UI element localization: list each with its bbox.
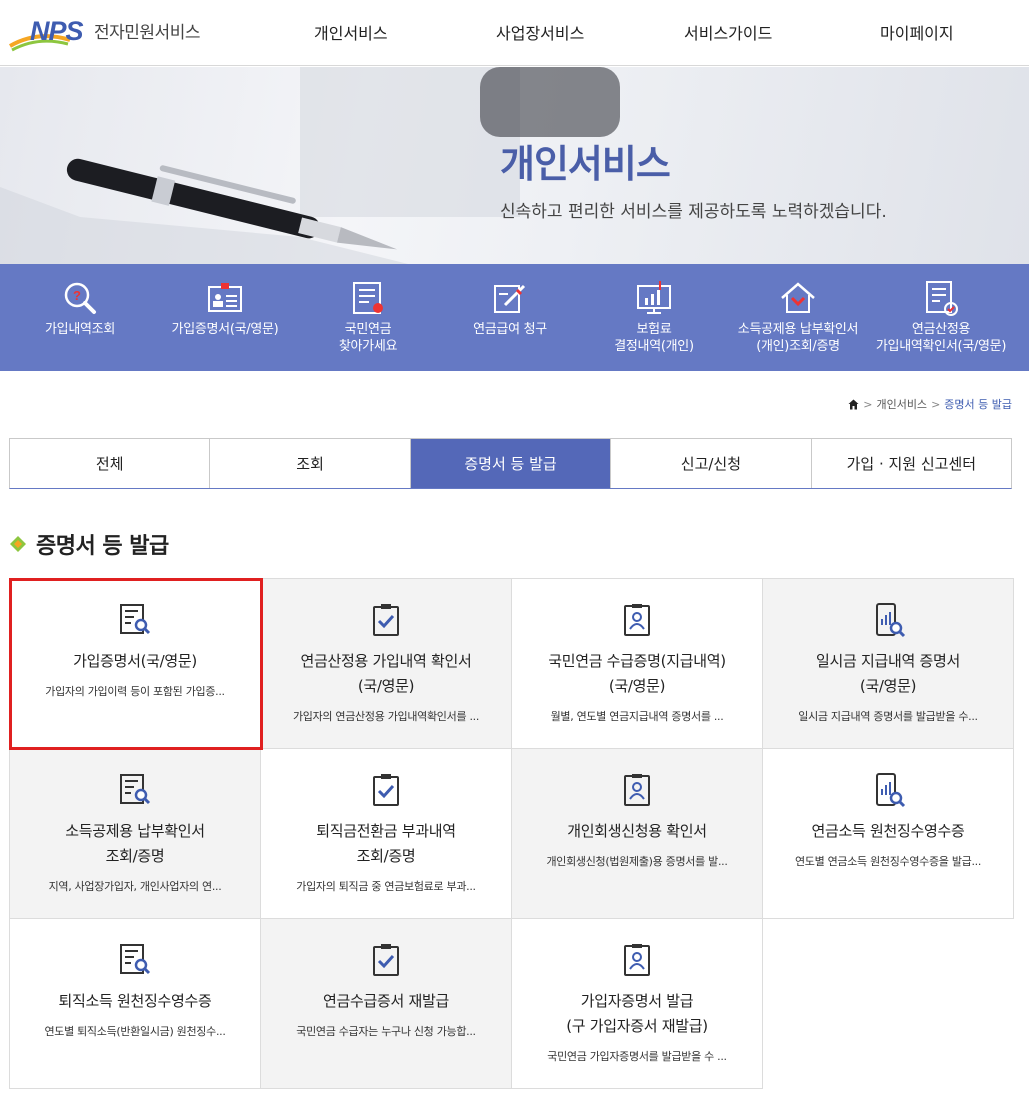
- tab-all[interactable]: 전체: [10, 439, 211, 488]
- card-title: 일시금 지급내역 증명서 (국/영문): [816, 652, 960, 695]
- card-description: 개인회생신청(법원제출)용 증명서를 발...: [546, 855, 728, 868]
- quick-item-label: 연금산정용 가입내역확인서(국/영문): [875, 322, 1007, 354]
- house-check-icon: [781, 282, 815, 313]
- card-enrollment-cert[interactable]: 가입증명서(국/영문) 가입자의 가입이력 등이 포함된 가입증...: [9, 578, 261, 749]
- quick-item-label: 가입증명서(국/영문): [171, 322, 279, 337]
- document-search-icon: [120, 604, 151, 635]
- nav-service-guide[interactable]: 서비스가이드: [684, 20, 772, 44]
- card-title: 가입자증명서 발급 (구 가입자증서 재발급): [566, 992, 708, 1035]
- card-pension-income-receipt[interactable]: 연금소득 원천징수영수증연도별 연금소득 원천징수영수증을 발급...: [762, 748, 1014, 919]
- card-pension-calc-history[interactable]: 연금산정용 가입내역 확인서 (국/영문) 가입자의 연금산정용 가입내역확인서를…: [260, 578, 512, 749]
- site-header: NPS 전자민원서비스 개인서비스 사업장서비스 서비스가이드 마이페이지: [0, 0, 1029, 66]
- hero-title: 개인서비스: [500, 142, 671, 186]
- card-tax-deduction-payment[interactable]: 소득공제용 납부확인서 조회/증명지역, 사업장가입자, 개인사업자의 연...: [9, 748, 261, 919]
- card-title: 개인회생신청용 확인서: [567, 822, 707, 840]
- quick-item-enrollment-inquiry[interactable]: ? 가입내역조회: [20, 264, 140, 371]
- quick-item-pension-calc[interactable]: 연금산정용 가입내역확인서(국/영문): [866, 264, 1016, 371]
- quick-item-premium-decision[interactable]: 보험료 결정내역(개인): [592, 264, 716, 371]
- nps-logo[interactable]: NPS 전자민원서비스: [8, 10, 218, 55]
- breadcrumb-current: 증명서 등 발급: [944, 398, 1012, 411]
- card-description: 국민연금 수급자는 누구나 신청 가능합...: [296, 1025, 476, 1038]
- card-title: 연금수급증서 재발급: [323, 992, 449, 1010]
- phone-chart-search-icon: [876, 773, 906, 808]
- logo-nps-text: NPS: [30, 16, 84, 46]
- card-pension-cert-reissue[interactable]: 연금수급증서 재발급국민연금 수급자는 누구나 신청 가능합...: [260, 918, 512, 1089]
- nav-my-page[interactable]: 마이페이지: [880, 20, 954, 44]
- card-retirement-conversion[interactable]: 퇴직금전환금 부과내역 조회/증명가입자의 퇴직금 중 연금보험료로 부과...: [260, 748, 512, 919]
- tab-support-center[interactable]: 가입 · 지원 신고센터: [812, 439, 1011, 488]
- clipboard-check-icon: [373, 774, 399, 806]
- card-pension-receipt-cert[interactable]: 국민연금 수급증명(지급내역) (국/영문) 월별, 연도별 연금지급내역 증명서…: [511, 578, 763, 749]
- card-title: 퇴직소득 원천징수영수증: [58, 992, 212, 1010]
- nav-personal-service[interactable]: 개인서비스: [314, 20, 388, 44]
- card-title: 연금산정용 가입내역 확인서 (국/영문): [300, 652, 472, 695]
- card-description: 가입자의 연금산정용 가입내역확인서를 ...: [292, 710, 480, 723]
- document-search-icon: [120, 774, 151, 805]
- clipboard-check-icon: [373, 944, 399, 976]
- quick-item-label: 연금급여 청구: [473, 322, 547, 337]
- breadcrumb-separator: >: [931, 397, 941, 411]
- card-title: 퇴직금전환금 부과내역 조회/증명: [316, 822, 456, 865]
- tab-report[interactable]: 신고/신청: [611, 439, 812, 488]
- id-card-icon: [208, 283, 242, 312]
- card-member-cert-issue[interactable]: 가입자증명서 발급 (구 가입자증서 재발급) 국민연금 가입자증명서를 발급받을…: [511, 918, 763, 1089]
- quick-item-label: 소득공제용 납부확인서 (개인)조회/증명: [737, 322, 859, 354]
- card-title: 가입증명서(국/영문): [73, 652, 197, 670]
- quick-item-label: 국민연금 찾아가세요: [338, 322, 398, 354]
- quick-item-benefit-claim[interactable]: 연금급여 청구: [450, 264, 570, 371]
- tab-certificate[interactable]: 증명서 등 발급: [410, 439, 612, 488]
- card-description: 가입자의 퇴직금 중 연금보험료로 부과...: [296, 880, 476, 893]
- quick-item-label: 가입내역조회: [45, 322, 115, 337]
- quick-menu: ? 가입내역조회 가입증명서(국/영문) 국민연금 찾아가세요 연금급여 청구 …: [0, 264, 1029, 371]
- svg-text:?: ?: [73, 288, 81, 303]
- quick-item-tax-deduction[interactable]: 소득공제용 납부확인서 (개인)조회/증명: [728, 264, 868, 371]
- logo-service-text: 전자민원서비스: [94, 23, 200, 43]
- section-title: 증명서 등 발급: [36, 534, 169, 559]
- category-tabs: 전체 조회 증명서 등 발급 신고/신청 가입 · 지원 신고센터: [9, 438, 1012, 489]
- card-rehabilitation-cert[interactable]: 개인회생신청용 확인서개인회생신청(법원제출)용 증명서를 발...: [511, 748, 763, 919]
- breadcrumb-separator: >: [863, 397, 873, 411]
- card-title: 소득공제용 납부확인서 조회/증명: [65, 822, 205, 865]
- card-description: 일시금 지급내역 증명서를 발급받을 수...: [798, 710, 978, 723]
- quick-item-enrollment-cert[interactable]: 가입증명서(국/영문): [160, 264, 290, 371]
- document-search-icon: [120, 944, 151, 975]
- card-description: 연도별 연금소득 원천징수영수증을 발급...: [794, 855, 982, 868]
- clipboard-person-icon: [624, 604, 650, 636]
- breadcrumb: > 개인서비스 > 증명서 등 발급: [848, 396, 1012, 412]
- monitor-chart-icon: [637, 281, 671, 314]
- hero-subtitle: 신속하고 편리한 서비스를 제공하도록 노력하겠습니다.: [500, 202, 887, 222]
- form-pencil-icon: [494, 284, 526, 313]
- nav-business-service[interactable]: 사업장서비스: [496, 20, 584, 44]
- tab-inquiry[interactable]: 조회: [210, 439, 411, 488]
- card-description: 가입자의 가입이력 등이 포함된 가입증...: [45, 685, 225, 698]
- card-title: 연금소득 원천징수영수증: [811, 822, 965, 840]
- quick-item-label: 보험료 결정내역(개인): [614, 322, 694, 354]
- magnifier-question-icon: ?: [64, 282, 96, 314]
- card-description: 연도별 퇴직소득(반환일시금) 원천징수...: [44, 1025, 226, 1038]
- phone-chart-search-icon: [876, 603, 906, 638]
- clipboard-check-icon: [373, 604, 399, 636]
- document-pen-icon: [353, 282, 383, 314]
- clipboard-person-icon: [624, 774, 650, 806]
- hero-banner: 개인서비스 신속하고 편리한 서비스를 제공하도록 노력하겠습니다.: [0, 67, 1029, 265]
- clipboard-person-icon: [624, 944, 650, 976]
- card-retirement-income-receipt[interactable]: 퇴직소득 원천징수영수증연도별 퇴직소득(반환일시금) 원천징수...: [9, 918, 261, 1089]
- card-description: 지역, 사업장가입자, 개인사업자의 연...: [48, 880, 222, 893]
- home-icon[interactable]: [848, 399, 859, 410]
- breadcrumb-level1[interactable]: 개인서비스: [876, 396, 927, 412]
- section-heading: 증명서 등 발급: [9, 528, 169, 560]
- diamond-bullet-icon: [10, 536, 26, 552]
- card-description: 월별, 연도별 연금지급내역 증명서를 ...: [550, 710, 724, 723]
- card-lump-sum-cert[interactable]: 일시금 지급내역 증명서 (국/영문) 일시금 지급내역 증명서를 발급받을 수.…: [762, 578, 1014, 749]
- card-title: 국민연금 수급증명(지급내역) (국/영문): [548, 652, 726, 695]
- document-check-icon: [926, 281, 958, 316]
- card-description: 국민연금 가입자증명서를 발급받을 수 ...: [547, 1050, 727, 1063]
- quick-item-visit-pension[interactable]: 국민연금 찾아가세요: [308, 264, 428, 371]
